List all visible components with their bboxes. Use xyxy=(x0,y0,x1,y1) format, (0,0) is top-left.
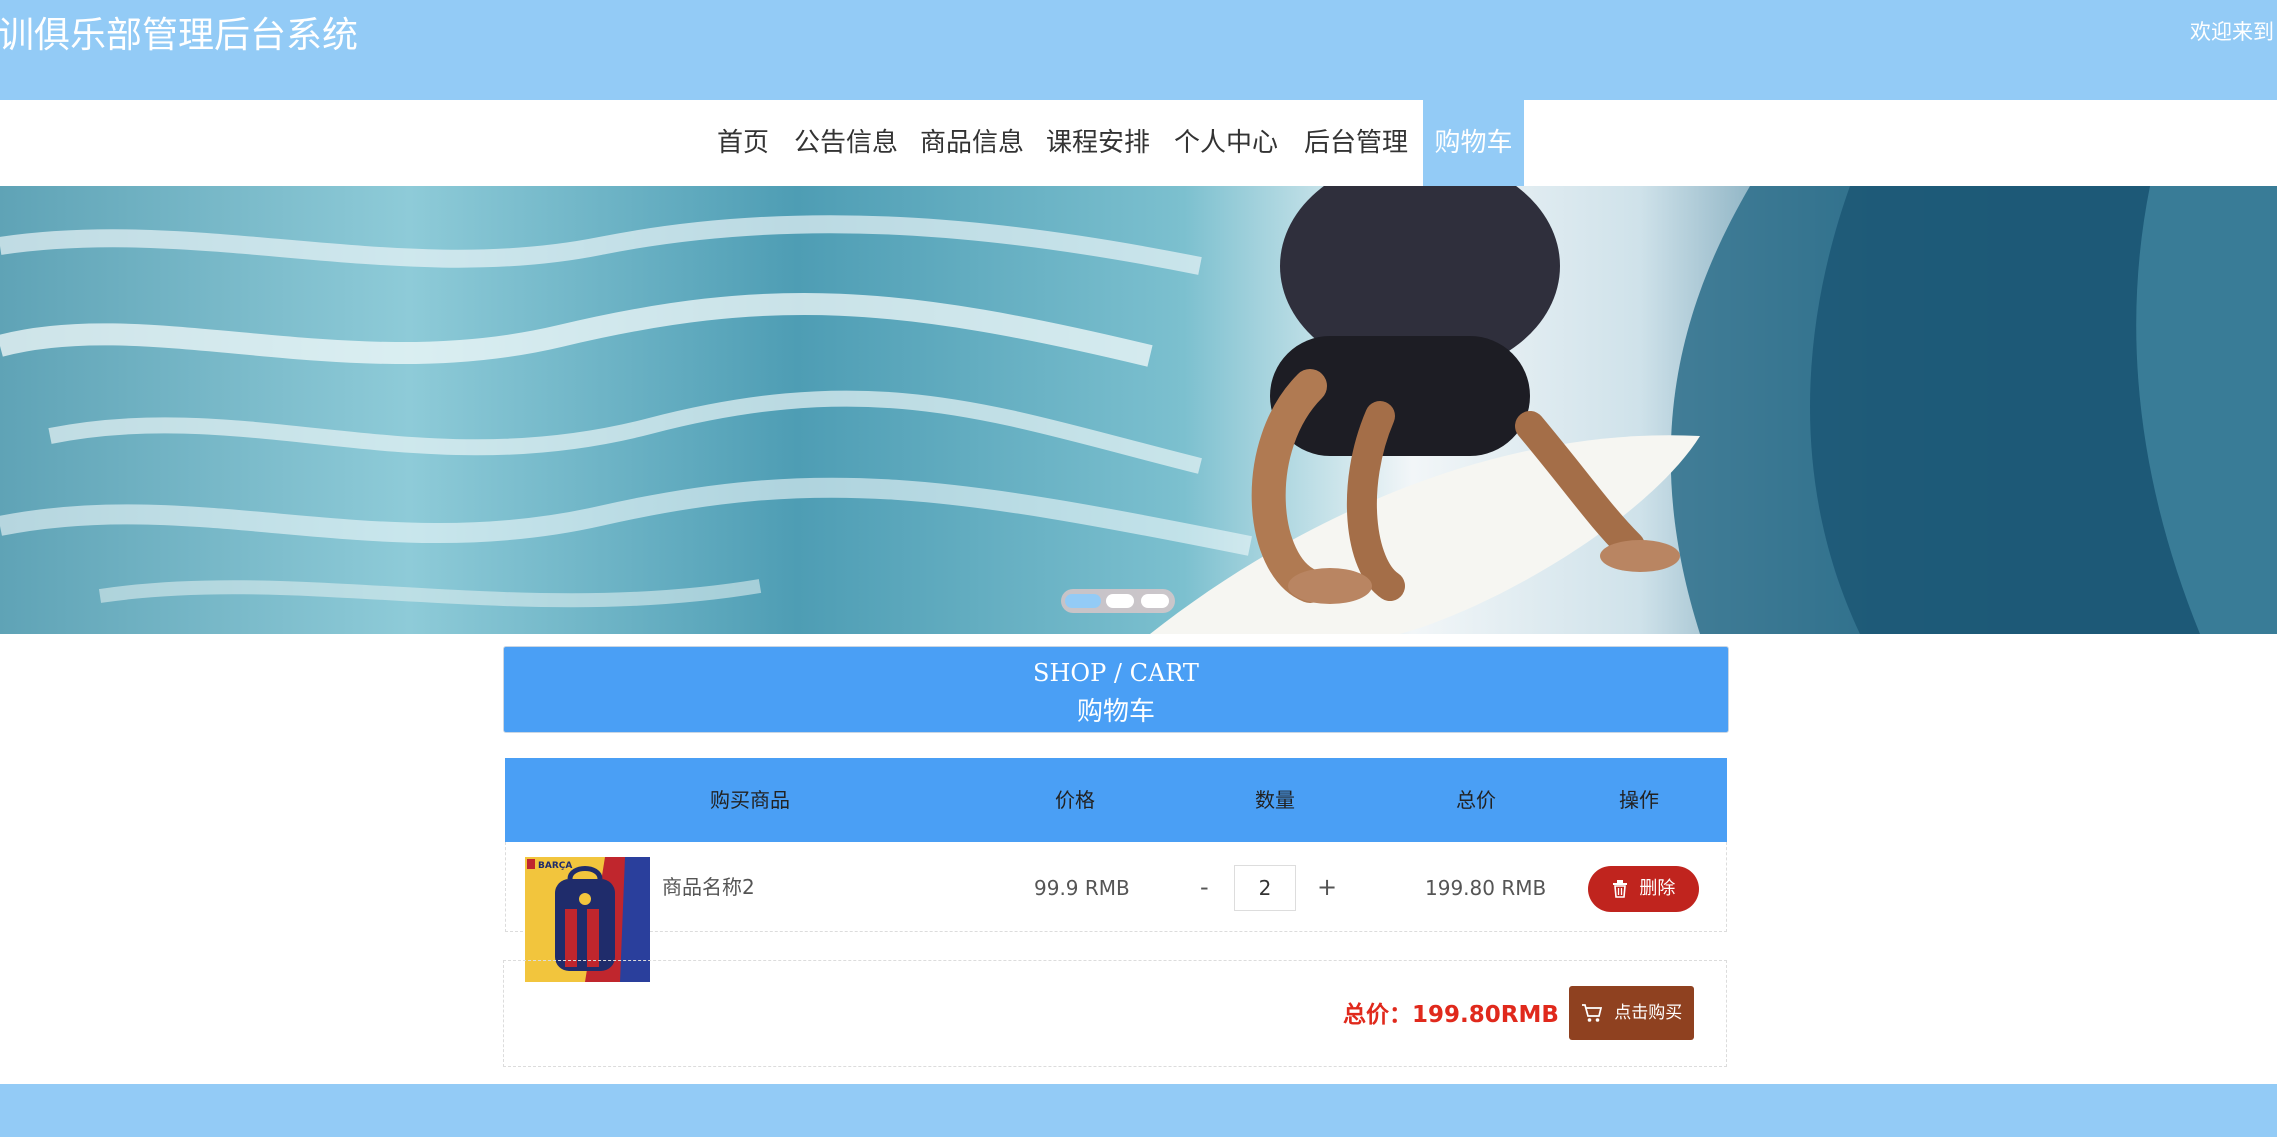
top-header: 训俱乐部管理后台系统 欢迎来到 xyxy=(0,0,2277,100)
nav-products[interactable]: 商品信息 xyxy=(916,100,1028,186)
col-action: 操作 xyxy=(1619,788,1659,812)
delete-label: 删除 xyxy=(1639,878,1676,899)
delete-button[interactable]: 删除 xyxy=(1588,866,1699,912)
nav-home[interactable]: 首页 xyxy=(713,100,773,186)
footer-bar xyxy=(0,1084,2277,1137)
buy-button[interactable]: 点击购买 xyxy=(1569,986,1694,1040)
col-price: 价格 xyxy=(1055,788,1095,812)
thumb-brand-text: BARÇA xyxy=(538,861,572,871)
product-name[interactable]: 商品名称2 xyxy=(662,871,755,900)
nav-admin[interactable]: 后台管理 xyxy=(1300,100,1412,186)
nav-courses[interactable]: 课程安排 xyxy=(1042,100,1154,186)
trash-icon xyxy=(1612,878,1640,899)
buy-label: 点击购买 xyxy=(1614,1003,1683,1023)
cart-icon xyxy=(1581,1003,1614,1023)
cart-total: 总价：199.80RMB xyxy=(1343,1002,1559,1028)
carousel-dot-3[interactable] xyxy=(1141,594,1169,608)
heading-chinese: 购物车 xyxy=(1076,697,1155,727)
welcome-text: 欢迎来到 xyxy=(2190,20,2274,44)
carousel-indicator xyxy=(1061,589,1175,613)
nav-announcements[interactable]: 公告信息 xyxy=(790,100,902,186)
heading-english: SHOP / CART xyxy=(1033,659,1199,687)
col-product: 购买商品 xyxy=(710,788,790,812)
site-title: 训俱乐部管理后台系统 xyxy=(0,15,359,56)
nav-profile[interactable]: 个人中心 xyxy=(1170,100,1282,186)
product-price: 99.9 RMB xyxy=(1034,876,1130,900)
product-subtotal: 199.80 RMB xyxy=(1425,876,1547,900)
cart-section-heading: SHOP / CART 购物车 xyxy=(503,646,1729,733)
carousel-dot-1[interactable] xyxy=(1065,594,1101,608)
col-quantity: 数量 xyxy=(1255,788,1295,812)
col-subtotal: 总价 xyxy=(1456,788,1496,812)
carousel-dot-2[interactable] xyxy=(1106,594,1134,608)
nav-cart[interactable]: 购物车 xyxy=(1423,100,1524,186)
main-nav: 首页 公告信息 商品信息 课程安排 个人中心 后台管理 购物车 xyxy=(0,100,2277,186)
quantity-decrease-button[interactable]: - xyxy=(1200,873,1209,901)
banner-carousel[interactable] xyxy=(0,186,2277,634)
surfer-banner-image xyxy=(0,186,2277,634)
cart-table-header: 购买商品 价格 数量 总价 操作 xyxy=(505,758,1727,842)
quantity-input[interactable] xyxy=(1234,865,1296,911)
quantity-increase-button[interactable]: + xyxy=(1317,873,1337,901)
